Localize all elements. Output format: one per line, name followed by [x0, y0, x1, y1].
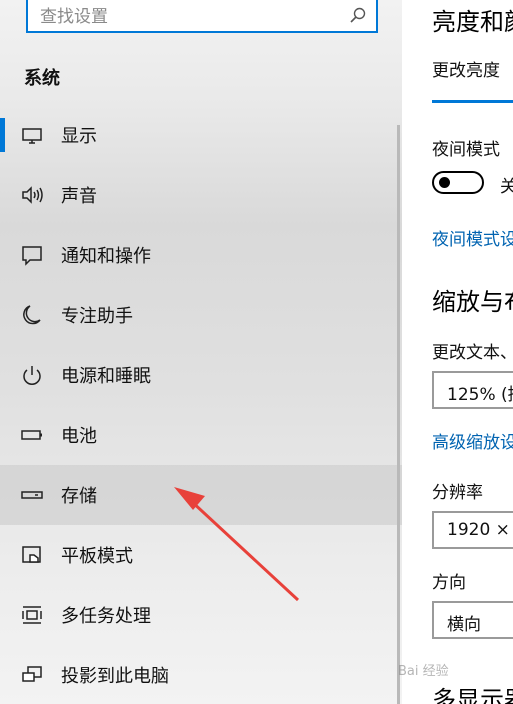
night-light-settings-link[interactable]: 夜间模式设	[432, 225, 513, 250]
power-icon	[23, 366, 41, 385]
sidebar-item-label: 投影到此电脑	[61, 666, 169, 687]
toggle-knob	[439, 177, 450, 188]
orientation-label: 方向	[432, 573, 466, 593]
active-indicator	[0, 118, 5, 152]
night-light-label: 夜间模式	[432, 140, 500, 160]
sidebar-item-project-to-pc[interactable]: 投影到此电脑	[0, 645, 402, 704]
heading-brightness-color: 亮度和颜	[432, 8, 513, 36]
change-brightness-label: 更改亮度	[432, 61, 500, 81]
sidebar-item-battery[interactable]: 电池	[0, 405, 402, 465]
sidebar-item-multitasking[interactable]: 多任务处理	[0, 585, 402, 645]
navigation-pane: 系统 显示 声音 通知和操作 专注助手	[0, 0, 402, 704]
sidebar-item-label: 电源和睡眠	[61, 366, 151, 387]
search-input[interactable]	[38, 4, 342, 30]
brightness-slider[interactable]	[432, 100, 513, 103]
sidebar-item-label: 存储	[61, 486, 97, 507]
multitasking-icon	[22, 606, 42, 624]
sidebar-item-label: 显示	[61, 126, 97, 147]
change-text-size-label: 更改文本、	[432, 343, 513, 363]
display-settings-pane: 亮度和颜 更改亮度 夜间模式 关 夜间模式设 缩放与布 更改文本、 125% (…	[402, 0, 513, 704]
orientation-dropdown-value: 横向	[447, 615, 481, 635]
sidebar-item-label: 声音	[61, 186, 97, 207]
project-icon	[22, 666, 42, 682]
search-icon[interactable]	[348, 5, 368, 25]
resolution-label: 分辨率	[432, 483, 483, 503]
notification-icon	[22, 246, 42, 266]
section-title: 系统	[24, 68, 60, 89]
sidebar-item-label: 平板模式	[61, 546, 133, 567]
sidebar-item-sound[interactable]: 声音	[0, 165, 402, 225]
display-icon	[22, 128, 42, 144]
heading-scale-layout: 缩放与布	[432, 288, 513, 316]
sidebar-item-label: 电池	[61, 426, 97, 447]
storage-icon	[21, 491, 43, 499]
orientation-dropdown[interactable]: 横向	[432, 601, 513, 639]
advanced-scaling-link[interactable]: 高级缩放设	[432, 428, 513, 453]
night-light-toggle[interactable]	[432, 171, 484, 194]
sidebar-item-focus-assist[interactable]: 专注助手	[0, 285, 402, 345]
scale-dropdown-value: 125% (推	[447, 385, 513, 405]
resolution-dropdown[interactable]: 1920 × 1	[432, 511, 513, 549]
speaker-icon	[22, 186, 43, 204]
sidebar-scrollbar[interactable]	[397, 125, 400, 704]
sidebar-item-label: 专注助手	[61, 306, 133, 327]
sidebar-item-power-sleep[interactable]: 电源和睡眠	[0, 345, 402, 405]
sidebar-item-label: 多任务处理	[61, 606, 151, 627]
battery-icon	[21, 430, 42, 440]
sidebar-item-tablet-mode[interactable]: 平板模式	[0, 525, 402, 585]
scale-dropdown[interactable]: 125% (推	[432, 371, 513, 409]
night-light-state: 关	[500, 177, 513, 197]
sidebar-item-label: 通知和操作	[61, 246, 151, 267]
tablet-mode-icon	[22, 546, 41, 563]
sidebar-item-notifications[interactable]: 通知和操作	[0, 225, 402, 285]
heading-multiple-displays: 多显示器	[432, 686, 513, 704]
search-box[interactable]	[26, 0, 378, 33]
resolution-dropdown-value: 1920 × 1	[447, 520, 513, 540]
moon-icon	[23, 305, 41, 325]
watermark: Bai 经验	[398, 664, 449, 679]
sidebar-item-storage[interactable]: 存储	[0, 465, 402, 525]
sidebar-item-display[interactable]: 显示	[0, 105, 402, 165]
